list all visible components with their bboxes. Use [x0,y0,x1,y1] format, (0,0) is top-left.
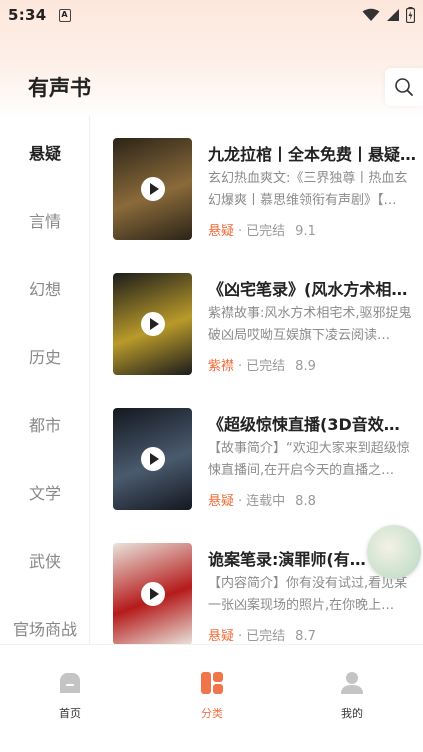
book-tag: 紫襟 [208,359,235,374]
category-sidebar: 悬疑 言情 幻想 历史 都市 文学 武侠 官场商战 [0,116,90,644]
book-title: 《凶宅笔录》(风水方术相… [208,280,408,299]
sidebar-item-suspense[interactable]: 悬疑 [0,140,90,164]
wifi-icon [362,8,380,21]
home-icon [60,673,80,693]
play-icon[interactable] [141,582,165,606]
sidebar-item-officialdom-business[interactable]: 官场商战 [0,616,90,640]
book-score: 8.8 [295,494,316,509]
book-meta: 悬疑 · 已完结 8.7 [208,629,316,644]
sim-icon: A [58,8,71,22]
book-status: 已完结 [246,629,286,644]
book-cover[interactable] [113,273,192,375]
search-icon [395,78,413,96]
tab-category[interactable]: 分类 [182,671,242,721]
search-button[interactable] [385,68,423,106]
book-description: 【内容简介】你有没有试过,看见某一张凶案现场的照片,在你晚上… [208,576,408,613]
tab-category-label: 分类 [201,707,223,720]
book-score: 8.9 [295,359,316,374]
list-item[interactable]: 《超级惊悚直播(3D音效… 【故事简介】“欢迎大家来到超级惊悚直播间,在开启今天… [90,386,423,510]
signal-icon [387,9,399,21]
sidebar-item-history[interactable]: 历史 [0,344,90,368]
book-cover[interactable] [113,543,192,644]
play-icon[interactable] [141,177,165,201]
book-title: 九龙拉棺丨全本免费丨悬疑… [208,145,417,164]
sidebar-item-romance[interactable]: 言情 [0,208,90,232]
battery-icon [406,7,415,23]
floating-player-avatar[interactable] [367,525,421,579]
tab-home-label: 首页 [59,707,81,720]
book-score: 8.7 [295,629,316,644]
book-score: 9.1 [295,224,316,239]
status-time: 5:34 [8,6,47,24]
status-bar: 5:34 A [0,0,423,30]
list-item[interactable]: 《凶宅笔录》(风水方术相… 紫襟故事:风水方术相宅术,驱邪捉鬼破凶局哎呦互娱旗下… [90,251,423,375]
tab-profile-label: 我的 [341,707,363,720]
book-status: 已完结 [246,224,286,239]
sidebar-item-wuxia[interactable]: 武侠 [0,548,90,572]
list-item[interactable]: 九龙拉棺丨全本免费丨悬疑… 玄幻热血爽文:《三界独尊丨热血玄幻爆爽丨慕思维领衔有… [90,116,423,240]
book-tag: 悬疑 [208,494,235,509]
book-meta: 悬疑 · 已完结 9.1 [208,224,316,239]
book-tag: 悬疑 [208,224,235,239]
play-icon[interactable] [141,447,165,471]
tab-profile[interactable]: 我的 [322,671,382,721]
book-description: 紫襟故事:风水方术相宅术,驱邪捉鬼破凶局哎呦互娱旗下凌云阅读… [208,306,412,343]
sidebar-item-urban[interactable]: 都市 [0,412,90,436]
tab-home[interactable]: 首页 [40,671,100,721]
book-cover[interactable] [113,138,192,240]
book-meta: 悬疑 · 连载中 8.8 [208,494,316,509]
category-icon [201,672,223,694]
book-meta: 紫襟 · 已完结 8.9 [208,359,316,374]
book-title: 《超级惊悚直播(3D音效… [208,415,400,434]
sidebar-item-fantasy[interactable]: 幻想 [0,276,90,300]
profile-icon [341,672,363,694]
book-description: 玄幻热血爽文:《三界独尊丨热血玄幻爆爽丨慕思维领衔有声剧》【… [208,171,408,208]
book-status: 连载中 [246,494,286,509]
play-icon[interactable] [141,312,165,336]
book-tag: 悬疑 [208,629,235,644]
page-title: 有声书 [28,76,91,100]
book-cover[interactable] [113,408,192,510]
sidebar-item-literature[interactable]: 文学 [0,480,90,504]
bottom-tab-bar: 首页 分类 我的 [0,644,423,752]
book-description: 【故事简介】“欢迎大家来到超级惊悚直播间,在开启今天的直播之… [208,441,410,478]
book-status: 已完结 [246,359,286,374]
page-header: 有声书 [0,58,423,116]
